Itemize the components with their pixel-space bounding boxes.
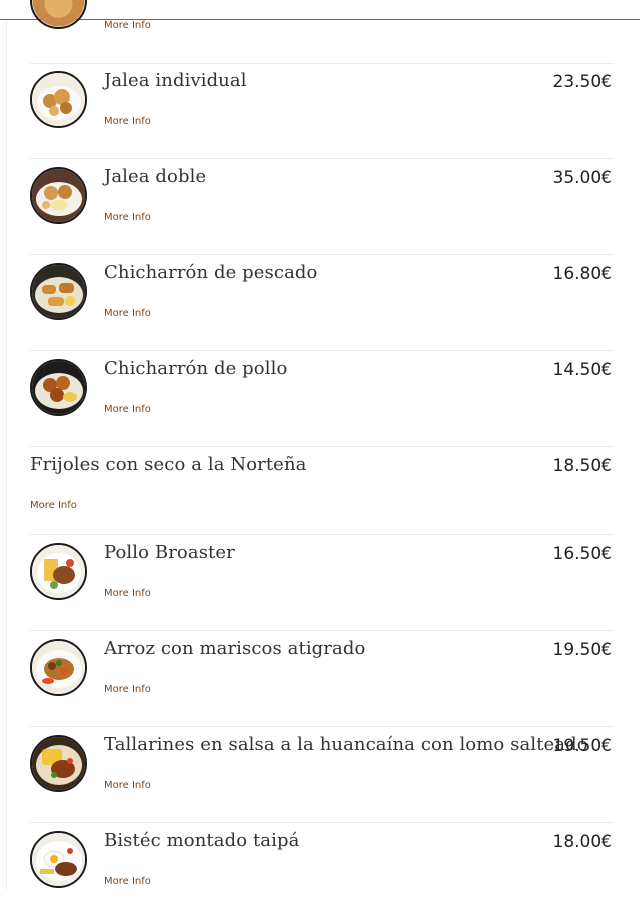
dish-price: 14.50€	[552, 360, 612, 380]
dish-price: 23.50€	[552, 72, 612, 92]
dish-price: 35.00€	[552, 168, 612, 188]
more-info-link[interactable]: More Info	[104, 780, 151, 791]
dish-name: Bistéc montado taipá	[104, 830, 300, 851]
dish-price: 18.00€	[552, 832, 612, 852]
more-info-link[interactable]: More Info	[30, 500, 77, 511]
more-info-link[interactable]: More Info	[104, 588, 151, 599]
more-info-link[interactable]: More Info	[104, 404, 151, 415]
dish-price: 19.50€	[552, 736, 612, 756]
dish-image[interactable]	[30, 71, 87, 128]
dish-price: 19.50€	[552, 640, 612, 660]
dish-name: Pollo Broaster	[104, 542, 235, 563]
dish-image[interactable]	[30, 0, 87, 29]
dish-price: 16.80€	[552, 264, 612, 284]
divider	[30, 822, 614, 823]
divider	[30, 446, 614, 447]
more-info-link[interactable]: More Info	[104, 684, 151, 695]
divider	[30, 534, 614, 535]
dish-price: 18.50€	[552, 456, 612, 476]
divider	[30, 630, 614, 631]
dish-name: Chicharrón de pollo	[104, 358, 288, 379]
more-info-link[interactable]: More Info	[104, 308, 151, 319]
divider	[30, 158, 614, 159]
dish-name: Chicharrón de pescado	[104, 262, 318, 283]
dish-price: 16.50€	[552, 544, 612, 564]
divider	[30, 63, 614, 64]
dish-image[interactable]	[30, 263, 87, 320]
divider	[30, 350, 614, 351]
divider	[30, 254, 614, 255]
dish-image[interactable]	[30, 359, 87, 416]
dish-image[interactable]	[30, 831, 87, 888]
dish-name: Tallarines en salsa a la huancaína con l…	[104, 734, 588, 755]
dish-name: Jalea doble	[104, 166, 207, 187]
dish-image[interactable]	[30, 639, 87, 696]
more-info-link[interactable]: More Info	[104, 20, 151, 31]
dish-image[interactable]	[30, 543, 87, 600]
dish-name: Arroz con mariscos atigrado	[104, 638, 366, 659]
dish-image[interactable]	[30, 735, 87, 792]
dish-name: Frijoles con seco a la Norteña	[30, 454, 307, 475]
more-info-link[interactable]: More Info	[104, 876, 151, 887]
more-info-link[interactable]: More Info	[104, 116, 151, 127]
dish-name: Jalea individual	[104, 70, 247, 91]
menu-list: More Info Jalea individual 23.50€ More I…	[0, 0, 640, 906]
more-info-link[interactable]: More Info	[104, 212, 151, 223]
divider	[30, 726, 614, 727]
dish-image[interactable]	[30, 167, 87, 224]
